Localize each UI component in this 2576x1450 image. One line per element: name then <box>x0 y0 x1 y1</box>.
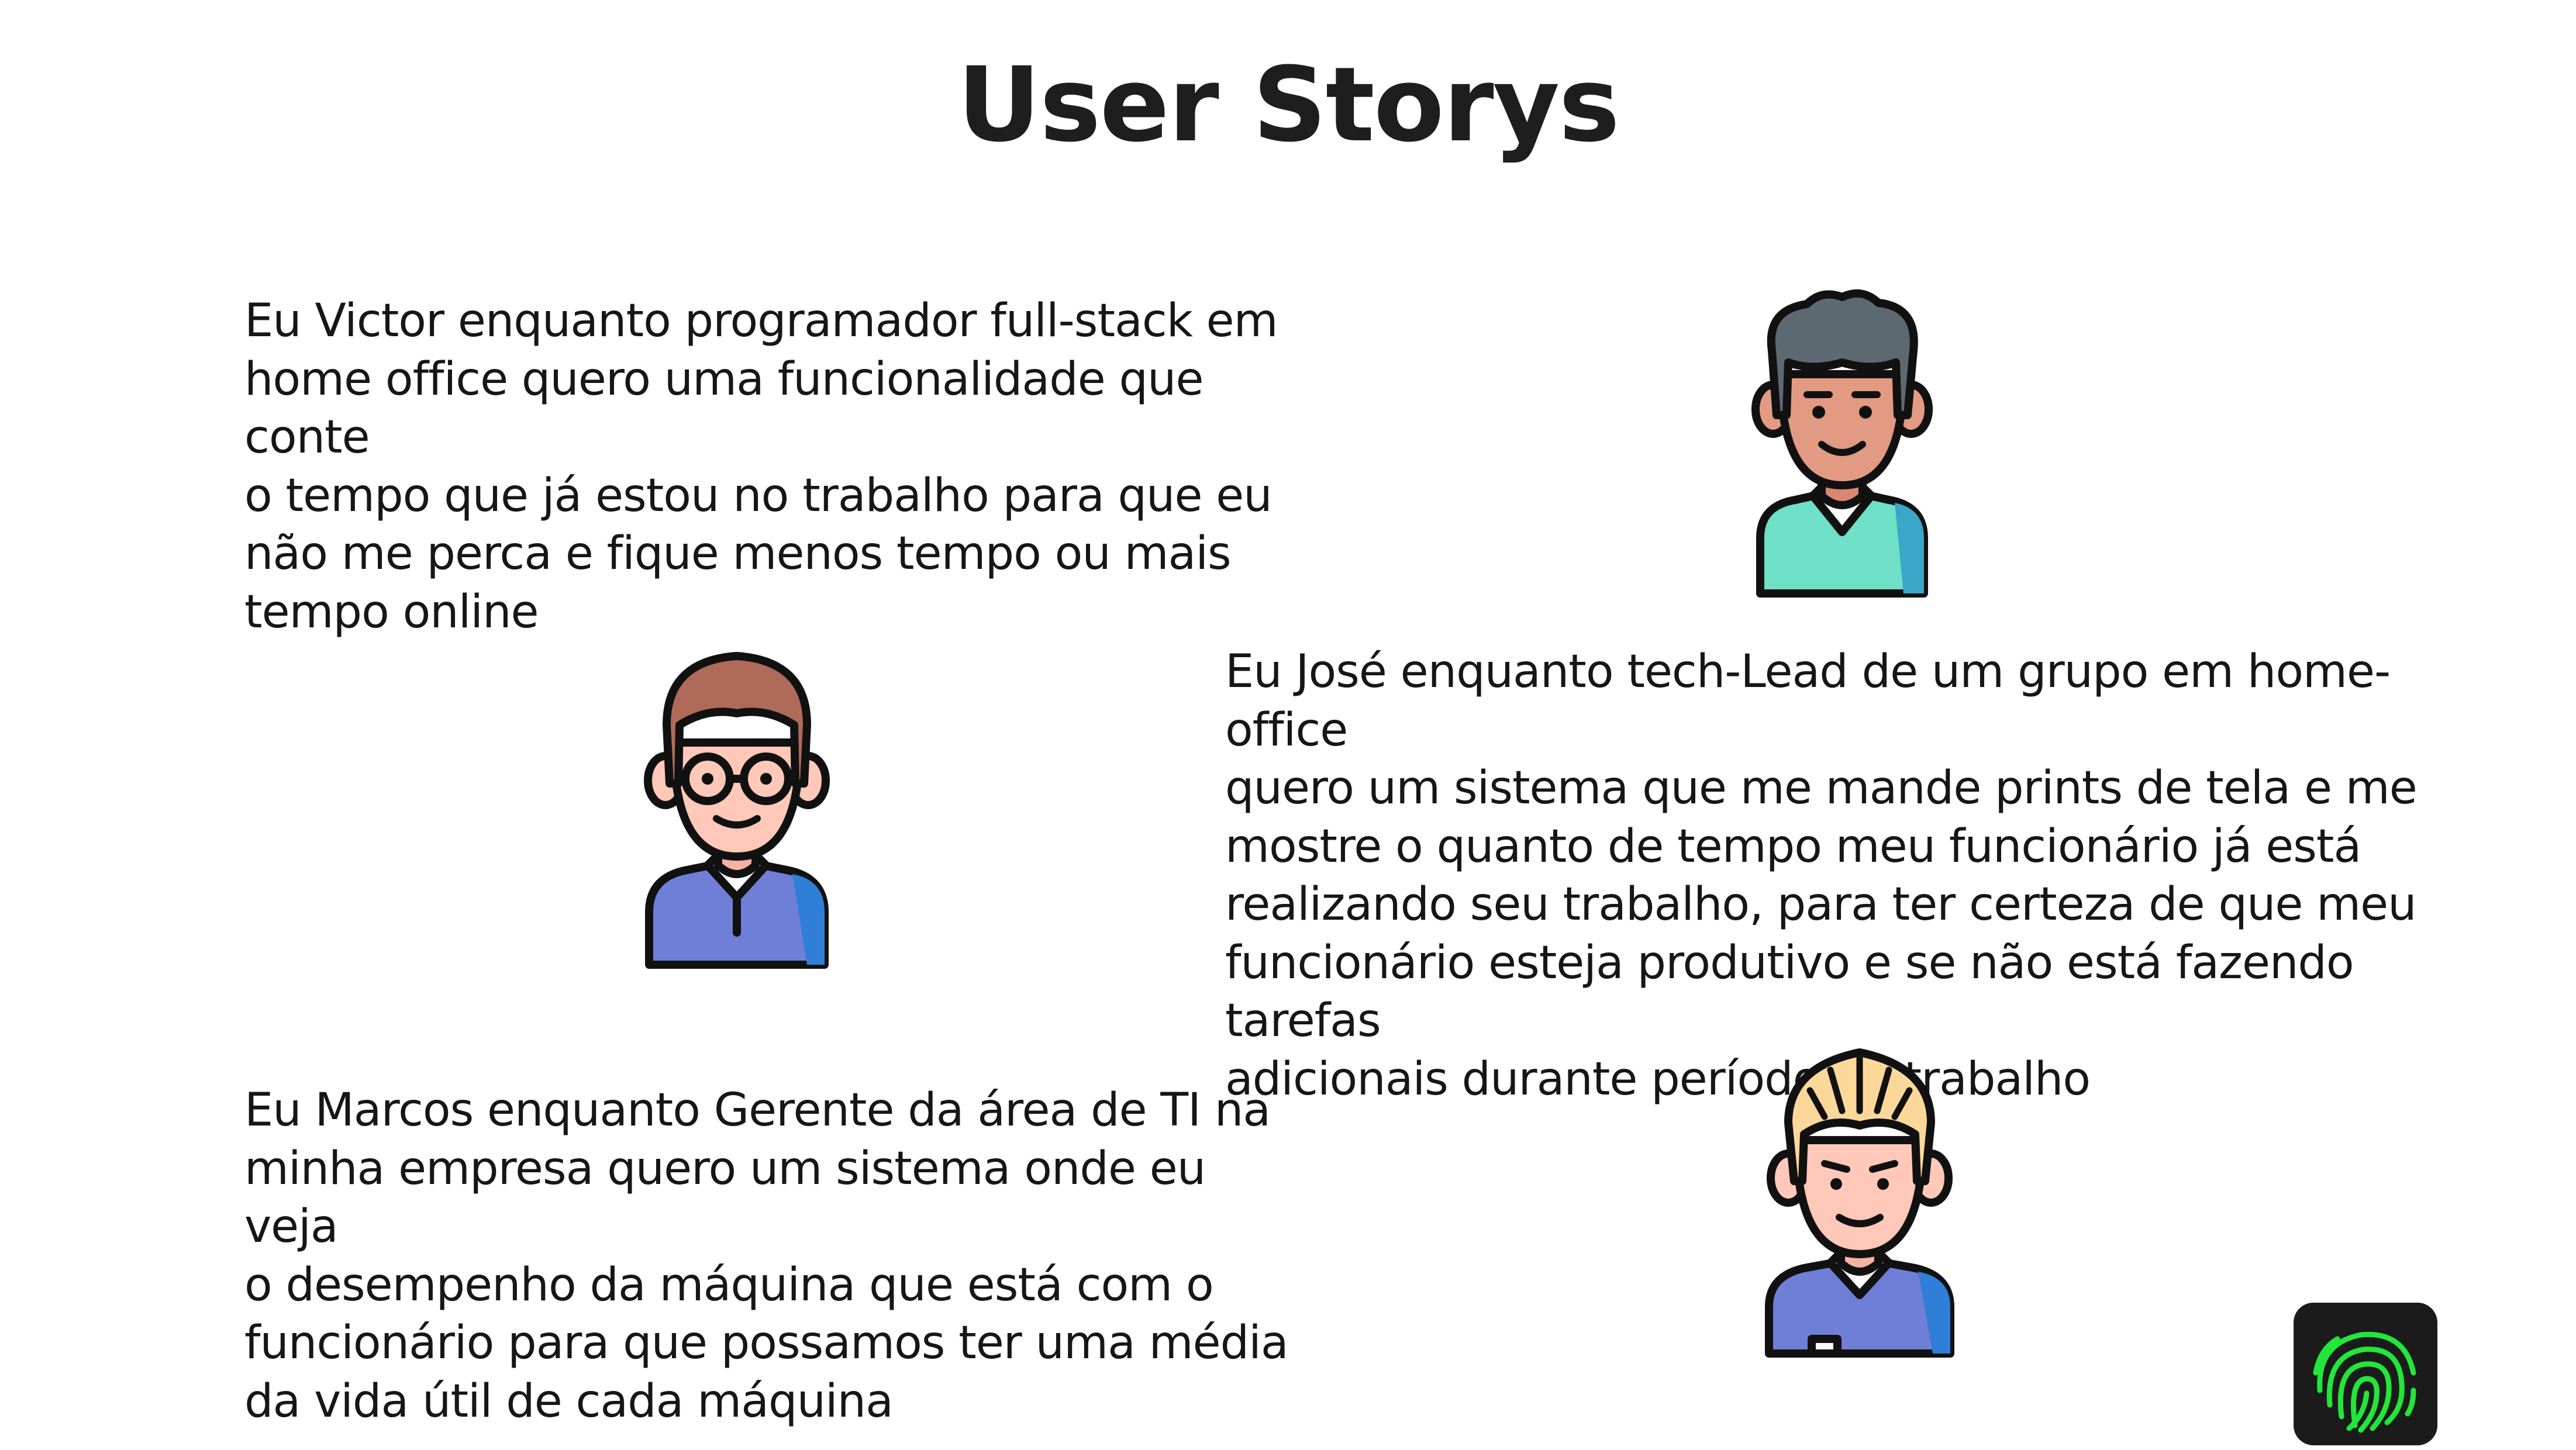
fingerprint-logo <box>2294 1303 2437 1445</box>
avatar-dark-hair-icon <box>1725 275 1959 602</box>
user-story-victor: Eu Victor enquanto programador full-stac… <box>244 295 1278 638</box>
avatar-glasses-icon <box>620 626 854 976</box>
fingerprint-icon <box>2313 1331 2416 1433</box>
slide: User Storys Eu Victor enquanto programad… <box>0 0 2576 1450</box>
avatar-blond-hair-icon <box>1743 1035 1977 1362</box>
slide-title: User Storys <box>957 45 1620 165</box>
user-story-marcos: Eu Marcos enquanto Gerente da área de TI… <box>244 1084 1289 1428</box>
